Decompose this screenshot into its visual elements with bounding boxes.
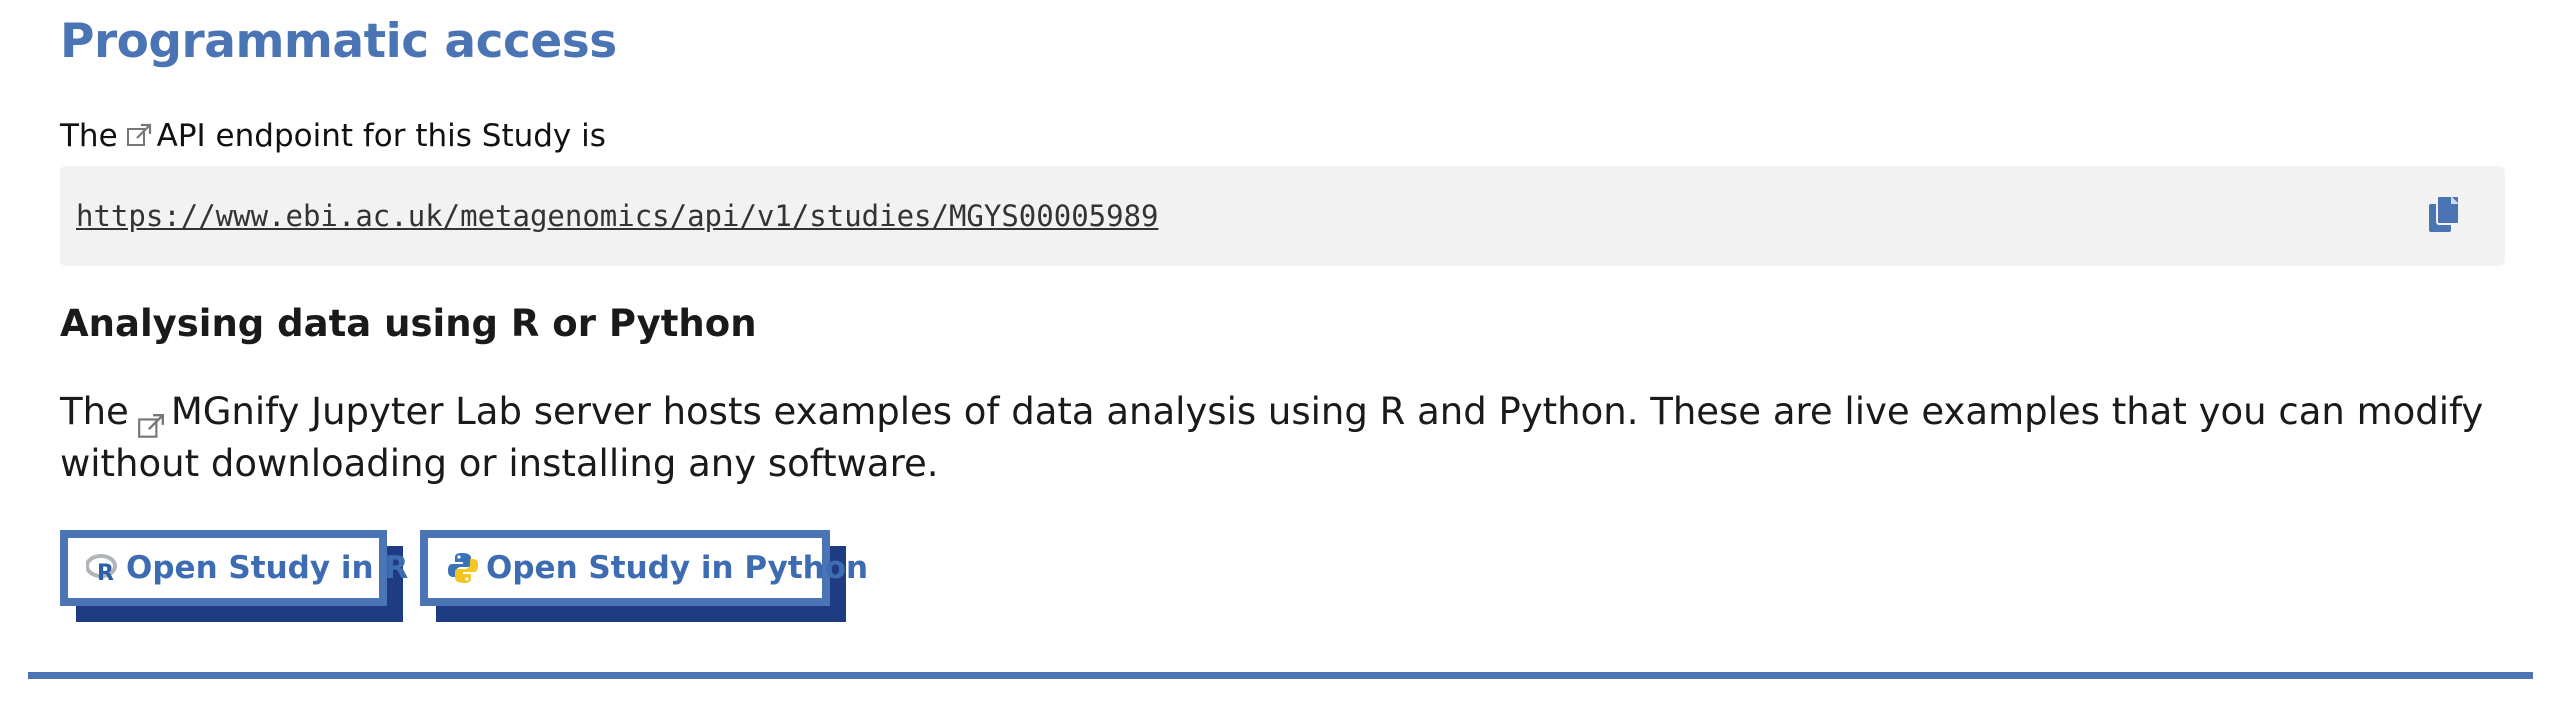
python-logo-icon — [446, 551, 480, 585]
api-link-text[interactable]: API endpoint for this Study is — [157, 118, 606, 154]
open-study-in-python-button[interactable]: Open Study in Python — [420, 530, 868, 606]
analysis-link-text[interactable]: MGnify Jupyter Lab server hosts examples… — [60, 390, 2483, 485]
analysis-description: The MGnify Jupyter Lab server hosts exam… — [60, 386, 2505, 490]
open-study-in-r-button[interactable]: R Open Study in R — [60, 530, 408, 606]
section-title: Programmatic access — [60, 14, 617, 69]
api-url-link[interactable]: https://www.ebi.ac.uk/metagenomics/api/v… — [76, 199, 1159, 233]
api-prefix: The — [60, 118, 118, 154]
section-divider — [28, 672, 2533, 679]
r-logo-icon: R — [86, 553, 120, 583]
analysis-prefix: The — [60, 390, 129, 433]
copy-icon[interactable] — [2427, 194, 2463, 234]
analysis-heading: Analysing data using R or Python — [60, 302, 757, 345]
api-endpoint-line: The API endpoint for this Study is — [60, 118, 606, 154]
svg-text:R: R — [97, 561, 114, 583]
open-study-in-python-label: Open Study in Python — [486, 550, 869, 586]
external-link-icon[interactable] — [126, 123, 152, 149]
external-link-icon[interactable] — [137, 400, 165, 438]
open-study-in-r-label: Open Study in R — [126, 550, 409, 586]
api-url-box: https://www.ebi.ac.uk/metagenomics/api/v… — [60, 166, 2505, 266]
